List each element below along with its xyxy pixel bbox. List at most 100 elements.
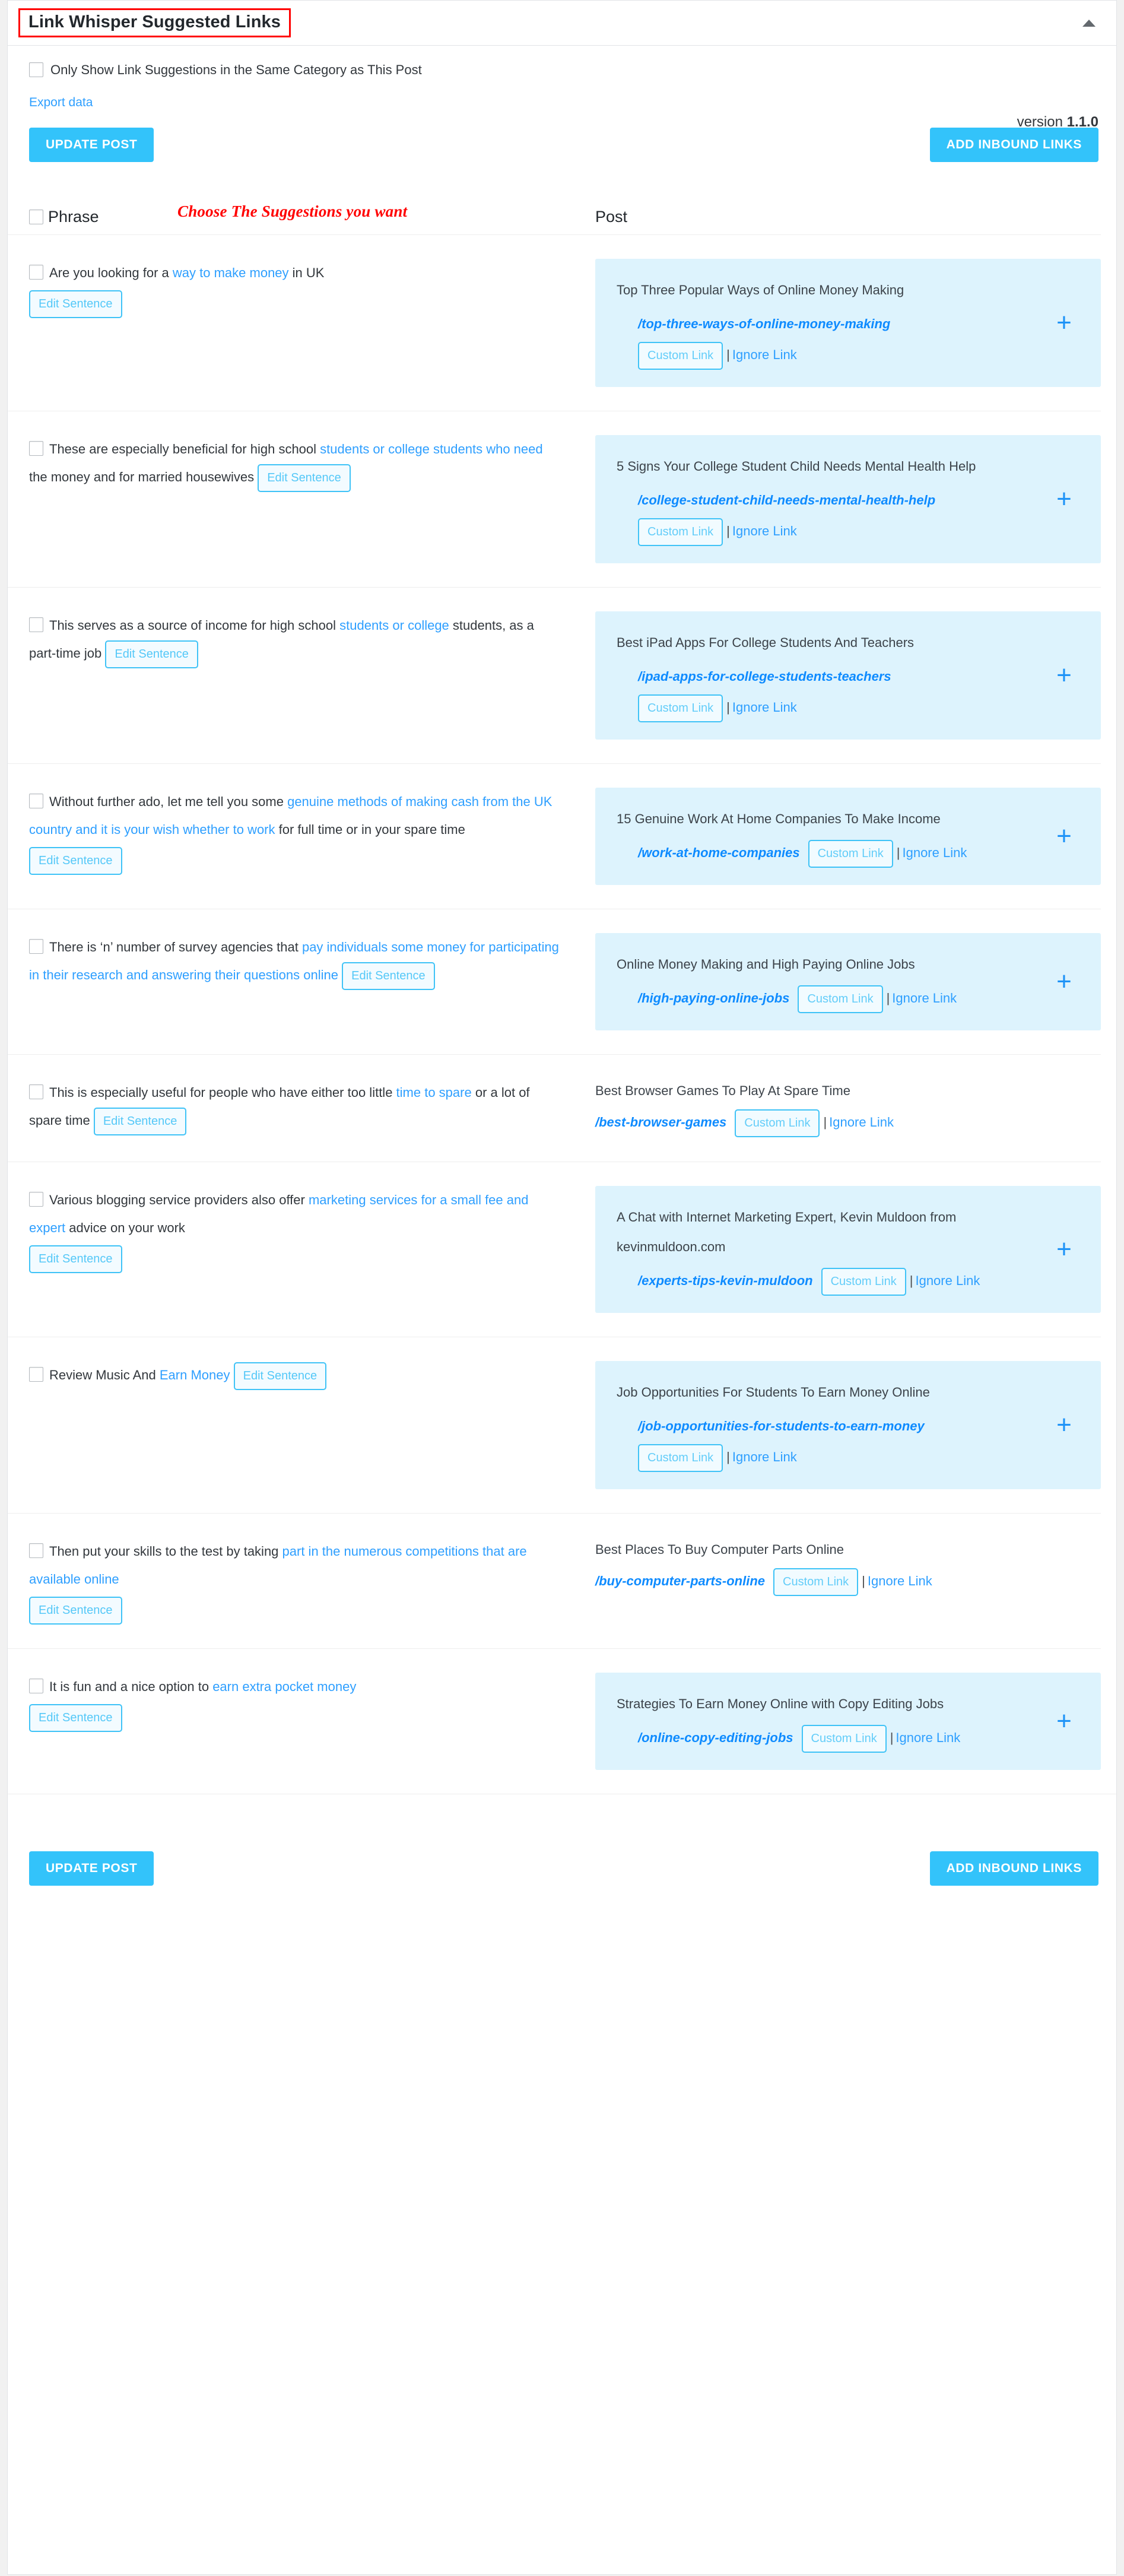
ignore-link-button[interactable]: Ignore Link — [892, 991, 957, 1005]
phrase-text: Then put your skills to the test by taki… — [29, 1537, 560, 1593]
row-checkbox[interactable] — [29, 617, 43, 632]
post-slug-link[interactable]: /high-paying-online-jobs — [638, 991, 789, 1005]
phrase-keyword[interactable]: earn extra pocket money — [212, 1679, 356, 1694]
link-whisper-panel: Link Whisper Suggested Links Only Show L… — [7, 0, 1117, 2575]
edit-sentence-button[interactable]: Edit Sentence — [342, 962, 435, 990]
phrase-text: It is fun and a nice option to earn extr… — [29, 1673, 560, 1701]
phrase-keyword[interactable]: students or college — [339, 618, 449, 633]
post-actions: /college-student-child-needs-mental-heal… — [617, 485, 1047, 547]
ignore-link-button[interactable]: Ignore Link — [915, 1273, 980, 1288]
post-title: Best iPad Apps For College Students And … — [617, 635, 915, 650]
post-card-body: Best Browser Games To Play At Spare Time… — [595, 1078, 1047, 1138]
post-card-body: 5 Signs Your College Student Child Needs… — [617, 452, 1047, 547]
post-slug-link[interactable]: /work-at-home-companies — [638, 845, 800, 860]
row-checkbox[interactable] — [29, 265, 43, 280]
phrase-keyword[interactable]: Earn Money — [160, 1368, 230, 1382]
post-actions: /work-at-home-companies Custom Link | Ignor… — [617, 837, 1047, 868]
add-inbound-links-button[interactable]: ADD INBOUND LINKS — [929, 128, 1098, 162]
edit-sentence-button[interactable]: Edit Sentence — [29, 290, 122, 318]
post-slug-link[interactable]: /top-three-ways-of-online-money-making — [638, 316, 890, 331]
custom-link-button[interactable]: Custom Link — [638, 341, 723, 370]
post-cell: Best Places To Buy Computer Parts Online… — [595, 1537, 1101, 1597]
same-category-checkbox[interactable] — [29, 62, 43, 77]
add-inbound-links-button-footer[interactable]: ADD INBOUND LINKS — [929, 1851, 1098, 1886]
edit-sentence-button[interactable]: Edit Sentence — [105, 640, 198, 668]
row-checkbox[interactable] — [29, 1084, 43, 1099]
post-suggestion-card: Job Opportunities For Students To Earn M… — [595, 1361, 1101, 1489]
phrase-text: These are especially beneficial for high… — [29, 435, 560, 492]
edit-sentence-button[interactable]: Edit Sentence — [233, 1362, 327, 1390]
action-separator: | — [862, 1573, 865, 1588]
edit-sentence-button[interactable]: Edit Sentence — [258, 464, 351, 492]
select-all-checkbox[interactable] — [29, 209, 43, 224]
add-link-plus-icon[interactable]: + — [1047, 1412, 1081, 1438]
custom-link-button[interactable]: Custom Link — [638, 1444, 723, 1472]
panel-header: Link Whisper Suggested Links — [8, 1, 1116, 46]
post-slug-link[interactable]: /job-opportunities-for-students-to-earn-… — [638, 1419, 925, 1433]
ignore-link-button[interactable]: Ignore Link — [902, 845, 967, 860]
phrase-keyword[interactable]: way to make money — [173, 265, 289, 280]
custom-link-button[interactable]: Custom Link — [808, 839, 893, 868]
ignore-link-button[interactable]: Ignore Link — [896, 1730, 960, 1745]
custom-link-button[interactable]: Custom Link — [773, 1568, 859, 1596]
row-checkbox[interactable] — [29, 1543, 43, 1558]
row-checkbox[interactable] — [29, 1367, 43, 1382]
export-data-link[interactable]: Export data — [29, 96, 93, 110]
add-link-plus-icon[interactable]: + — [1047, 310, 1081, 336]
add-link-plus-icon[interactable]: + — [1047, 662, 1081, 689]
custom-link-button[interactable]: Custom Link — [638, 518, 723, 546]
ignore-link-button[interactable]: Ignore Link — [829, 1115, 894, 1130]
row-checkbox[interactable] — [29, 939, 43, 954]
ignore-link-button[interactable]: Ignore Link — [868, 1573, 932, 1588]
post-suggestion-card: Best Places To Buy Computer Parts Online… — [595, 1537, 1101, 1597]
custom-link-button[interactable]: Custom Link — [798, 985, 883, 1013]
ignore-link-button[interactable]: Ignore Link — [732, 1449, 797, 1464]
suggestion-row: Review Music And Earn Money Edit Sentenc… — [8, 1337, 1101, 1513]
post-slug-link[interactable]: /experts-tips-kevin-muldoon — [638, 1273, 813, 1288]
add-link-plus-icon[interactable]: + — [1047, 1236, 1081, 1262]
edit-sentence-button[interactable]: Edit Sentence — [29, 1245, 122, 1273]
row-checkbox[interactable] — [29, 794, 43, 808]
actions-line-2: Custom Link | Ignore Link — [638, 516, 1047, 547]
phrase-cell: Then put your skills to the test by taki… — [29, 1537, 595, 1625]
phrase-plain: advice on your work — [65, 1220, 185, 1235]
post-actions: /experts-tips-kevin-muldoon Custom Link | I… — [617, 1265, 1047, 1296]
post-suggestion-card: Top Three Popular Ways of Online Money M… — [595, 259, 1101, 387]
custom-link-button[interactable]: Custom Link — [638, 694, 723, 722]
add-link-plus-icon[interactable]: + — [1047, 486, 1081, 512]
custom-link-button[interactable]: Custom Link — [821, 1267, 906, 1296]
add-link-plus-icon[interactable]: + — [1047, 823, 1081, 849]
custom-link-button[interactable]: Custom Link — [801, 1724, 887, 1753]
phrase-text: Are you looking for a way to make money … — [29, 259, 560, 287]
edit-sentence-button[interactable]: Edit Sentence — [29, 1597, 122, 1625]
row-checkbox[interactable] — [29, 441, 43, 456]
custom-link-button[interactable]: Custom Link — [735, 1109, 820, 1137]
edit-sentence-button[interactable]: Edit Sentence — [93, 1107, 187, 1135]
post-slug-link[interactable]: /ipad-apps-for-college-students-teachers — [638, 669, 891, 684]
add-link-plus-icon[interactable]: + — [1047, 1708, 1081, 1734]
phrase-keyword[interactable]: time to spare — [396, 1085, 472, 1100]
chevron-up-icon[interactable] — [1077, 11, 1101, 35]
edit-sentence-button[interactable]: Edit Sentence — [29, 847, 122, 875]
post-slug-link[interactable]: /buy-computer-parts-online — [595, 1573, 765, 1588]
suggestion-row: This is especially useful for people who… — [8, 1054, 1101, 1162]
ignore-link-button[interactable]: Ignore Link — [732, 700, 797, 715]
action-separator: | — [909, 1273, 913, 1288]
phrase-plain: for full time or in your spare time — [275, 822, 465, 837]
post-slug-link[interactable]: /college-student-child-needs-mental-heal… — [638, 493, 935, 507]
same-category-label: Only Show Link Suggestions in the Same C… — [50, 62, 422, 77]
post-slug-link[interactable]: /best-browser-games — [595, 1115, 726, 1130]
edit-sentence-button[interactable]: Edit Sentence — [29, 1704, 122, 1732]
row-checkbox[interactable] — [29, 1679, 43, 1693]
ignore-link-button[interactable]: Ignore Link — [732, 524, 797, 538]
update-post-button[interactable]: UPDATE POST — [29, 128, 154, 162]
add-link-plus-icon[interactable]: + — [1047, 969, 1081, 995]
row-checkbox[interactable] — [29, 1192, 43, 1207]
ignore-link-button[interactable]: Ignore Link — [732, 347, 797, 362]
phrase-keyword[interactable]: students or college students who need — [320, 442, 542, 456]
post-suggestion-card: Best iPad Apps For College Students And … — [595, 611, 1101, 740]
update-post-button-footer[interactable]: UPDATE POST — [29, 1851, 154, 1886]
action-separator: | — [726, 524, 730, 538]
actions-line-2: Custom Link | Ignore Link — [638, 340, 1047, 370]
post-slug-link[interactable]: /online-copy-editing-jobs — [638, 1730, 793, 1745]
